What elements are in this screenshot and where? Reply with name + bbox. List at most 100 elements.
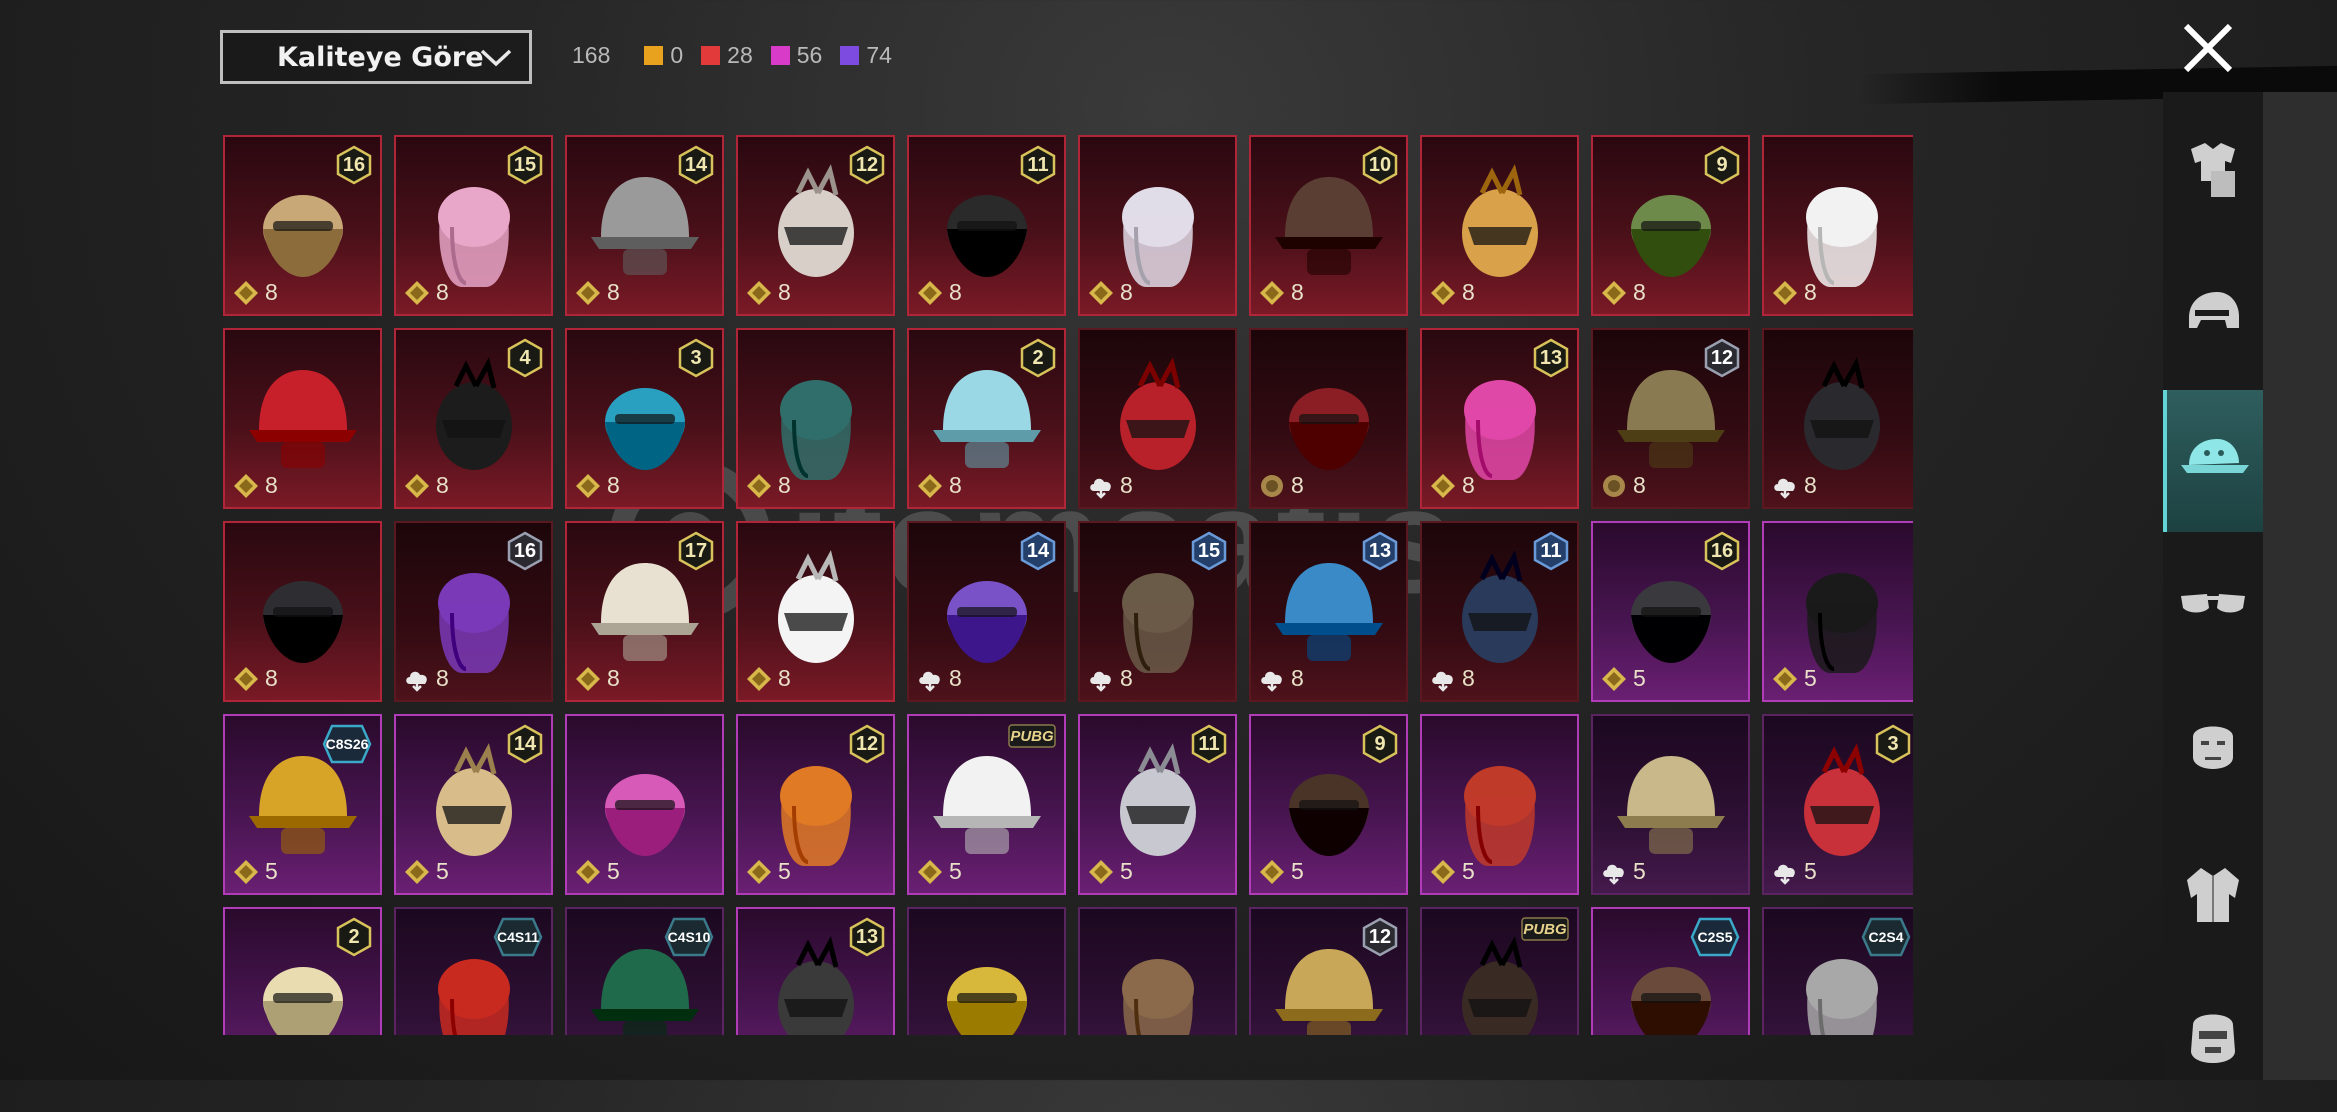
item-price: 8 xyxy=(575,472,620,499)
inventory-item[interactable]: 16 8 xyxy=(223,135,382,316)
inventory-item[interactable]: PUBG 5 xyxy=(907,714,1066,895)
item-price: 8 xyxy=(575,279,620,306)
item-badge: 12 xyxy=(849,145,885,185)
inventory-item[interactable]: 48 xyxy=(394,328,553,509)
inventory-item[interactable]: 5 xyxy=(1591,714,1750,895)
inventory-item[interactable]: 2 xyxy=(223,907,382,1035)
cap-icon xyxy=(2177,429,2253,494)
item-price: 8 xyxy=(1088,279,1133,306)
inventory-item[interactable]: 35 xyxy=(1762,714,1913,895)
inventory-item[interactable]: 38 xyxy=(565,328,724,509)
jacket-tab[interactable] xyxy=(2163,825,2263,967)
item-price: 8 xyxy=(1430,665,1475,692)
item-price: 5 xyxy=(233,858,278,885)
item-price: 5 xyxy=(1772,665,1817,692)
inventory-item[interactable]: 17 8 xyxy=(565,521,724,702)
inventory-item[interactable]: 8 xyxy=(1249,328,1408,509)
inventory-item[interactable]: 98 xyxy=(1591,135,1750,316)
coin-icon xyxy=(917,473,949,499)
glasses-tab[interactable] xyxy=(2163,535,2263,677)
coin-icon xyxy=(575,280,607,306)
sort-dropdown[interactable]: Kaliteye Göre xyxy=(220,30,532,84)
item-price: 8 xyxy=(1259,665,1304,692)
item-price: 8 xyxy=(917,665,962,692)
inventory-item[interactable]: 8 xyxy=(736,521,895,702)
item-price: 8 xyxy=(233,472,278,499)
inventory-item[interactable]: 14 5 xyxy=(394,714,553,895)
item-badge: 14 xyxy=(678,145,714,185)
inventory-item[interactable]: 8 xyxy=(1762,135,1913,316)
coin-icon xyxy=(404,859,436,885)
inventory-item[interactable]: C8S26 5 xyxy=(223,714,382,895)
inventory-item[interactable]: 8 xyxy=(223,328,382,509)
inventory-item[interactable]: C4S11 xyxy=(394,907,553,1035)
item-price: 5 xyxy=(1430,858,1475,885)
inventory-item[interactable]: 14 8 xyxy=(565,135,724,316)
item-badge: 13 xyxy=(849,917,885,957)
inventory-item[interactable]: 13 8 xyxy=(1249,521,1408,702)
total-count: 168 xyxy=(572,42,611,68)
item-badge: 15 xyxy=(507,145,543,185)
jacket-icon xyxy=(2181,862,2245,931)
inventory-item[interactable]: 5 xyxy=(1762,521,1913,702)
inventory-item[interactable]: 11 5 xyxy=(1078,714,1237,895)
inventory-item[interactable]: 8 xyxy=(223,521,382,702)
inventory-item[interactable]: 15 8 xyxy=(394,135,553,316)
inventory-item[interactable]: 12 8 xyxy=(1591,328,1750,509)
inventory-item[interactable] xyxy=(907,907,1066,1035)
item-badge: 12 xyxy=(1704,338,1740,378)
inventory-item[interactable]: 8 xyxy=(1762,328,1913,509)
inventory-item[interactable]: C4S10 xyxy=(565,907,724,1035)
item-badge: 9 xyxy=(1704,145,1740,185)
inventory-item[interactable]: 16 5 xyxy=(1591,521,1750,702)
item-badge: 13 xyxy=(1362,531,1398,571)
inventory-item[interactable]: 8 xyxy=(1078,135,1237,316)
inventory-item[interactable]: 28 xyxy=(907,328,1066,509)
coin-icon xyxy=(1430,473,1462,499)
inventory-item[interactable]: 15 8 xyxy=(1078,521,1237,702)
inventory-item[interactable]: 16 8 xyxy=(394,521,553,702)
item-badge: C2S4 xyxy=(1861,917,1911,957)
coin-icon xyxy=(233,666,265,692)
item-price: 8 xyxy=(1601,279,1646,306)
item-badge: C4S11 xyxy=(493,917,543,957)
chevron-down-icon xyxy=(480,49,512,67)
inventory-item[interactable]: 13 xyxy=(736,907,895,1035)
inventory-item[interactable]: 11 8 xyxy=(1420,521,1579,702)
inventory-item[interactable]: 8 xyxy=(1078,328,1237,509)
item-badge: 3 xyxy=(678,338,714,378)
inventory-item[interactable]: 12 xyxy=(1249,907,1408,1035)
item-price: 5 xyxy=(917,858,962,885)
inventory-item[interactable]: 5 xyxy=(565,714,724,895)
inventory-item[interactable]: 95 xyxy=(1249,714,1408,895)
item-price: 8 xyxy=(1088,472,1133,499)
inventory-item[interactable]: 8 xyxy=(1420,135,1579,316)
inventory-item[interactable]: 8 xyxy=(736,328,895,509)
inventory-item[interactable]: C2S4 xyxy=(1762,907,1913,1035)
coin-icon xyxy=(1601,666,1633,692)
coin-icon xyxy=(746,859,778,885)
helmet-tab[interactable] xyxy=(2163,245,2263,387)
inventory-item[interactable]: C2S5 xyxy=(1591,907,1750,1035)
mask-tab[interactable] xyxy=(2163,970,2263,1112)
inventory-item[interactable]: 14 8 xyxy=(907,521,1066,702)
inventory-item[interactable]: 13 8 xyxy=(1420,328,1579,509)
item-price: 8 xyxy=(1430,472,1475,499)
inventory-item[interactable]: 12 5 xyxy=(736,714,895,895)
item-price: 8 xyxy=(1088,665,1133,692)
item-price: 8 xyxy=(917,472,962,499)
inventory-item[interactable] xyxy=(1078,907,1237,1035)
inventory-item[interactable]: 12 8 xyxy=(736,135,895,316)
inventory-item[interactable]: 11 8 xyxy=(907,135,1066,316)
hat-tab[interactable] xyxy=(2163,390,2263,532)
face-tab[interactable] xyxy=(2163,680,2263,822)
item-price: 8 xyxy=(404,279,449,306)
outfit-tab[interactable] xyxy=(2163,100,2263,242)
inventory-item[interactable]: 10 8 xyxy=(1249,135,1408,316)
item-badge: 16 xyxy=(1704,531,1740,571)
inventory-item[interactable]: PUBG xyxy=(1420,907,1579,1035)
cloud-download-icon xyxy=(1088,666,1120,692)
inventory-item[interactable]: 5 xyxy=(1420,714,1579,895)
item-image xyxy=(1080,909,1235,1035)
close-icon[interactable] xyxy=(2180,20,2236,76)
